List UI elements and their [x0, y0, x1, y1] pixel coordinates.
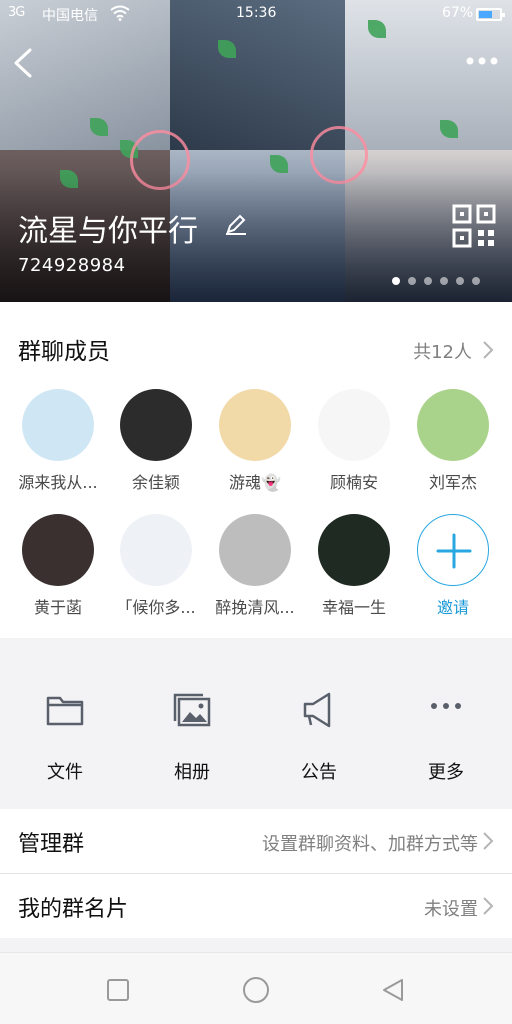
member-avatar: [22, 389, 94, 461]
chevron-right-icon: [483, 341, 494, 359]
more-dots-icon: [466, 57, 498, 65]
chevron-right-icon: [483, 897, 494, 915]
carrier-label: 中国电信: [42, 8, 98, 24]
member-avatar: [120, 389, 192, 461]
member-item[interactable]: 游魂👻: [207, 389, 303, 493]
member-item[interactable]: 刘军杰: [405, 389, 501, 493]
member-avatar: [120, 514, 192, 586]
manage-group-row[interactable]: 管理群 设置群聊资料、加群方式等: [0, 809, 512, 873]
clover-decoration: [440, 120, 458, 138]
members-title: 群聊成员: [18, 339, 110, 365]
chevron-right-icon: [483, 832, 494, 850]
member-avatar: [318, 514, 390, 586]
page-dot: [408, 277, 416, 285]
member-item[interactable]: 顾楠安: [306, 389, 402, 493]
status-bar: 3G 中国电信 15:36 67%: [0, 0, 512, 28]
manage-group-value: 设置群聊资料、加群方式等: [262, 834, 478, 855]
page-dot: [424, 277, 432, 285]
member-name: 刘军杰: [428, 473, 477, 492]
folder-icon: [43, 688, 87, 732]
manage-group-label: 管理群: [18, 832, 85, 857]
member-name: 「候你多...: [116, 598, 196, 617]
member-name: 醉挽清风...: [215, 598, 295, 617]
back-triangle-icon[interactable]: [380, 977, 406, 1003]
plus-icon: [417, 514, 489, 586]
group-card-value: 未设置: [424, 899, 478, 920]
member-name: 源来我从...: [18, 473, 98, 492]
member-item[interactable]: 「候你多...: [108, 514, 204, 618]
clover-decoration: [218, 40, 236, 58]
member-name: 顾楠安: [329, 473, 378, 492]
page-dot: [456, 277, 464, 285]
member-item[interactable]: 源来我从...: [10, 389, 106, 493]
recent-apps-icon[interactable]: [105, 977, 131, 1003]
page-dot: [392, 277, 400, 285]
member-item[interactable]: 余佳颖: [108, 389, 204, 493]
shortcut-bar: 文件 相册 公告 更多: [0, 638, 512, 794]
member-item[interactable]: 醉挽清风...: [207, 514, 303, 618]
battery-percent: 67%: [442, 5, 474, 21]
clover-decoration: [270, 155, 288, 173]
files-label: 文件: [47, 762, 83, 783]
group-name[interactable]: 流星与你平行: [18, 206, 198, 250]
banner-page-indicator: [392, 277, 480, 285]
member-name: 游魂👻: [229, 473, 281, 492]
more-label: 更多: [428, 762, 464, 783]
more-options-button[interactable]: [462, 50, 502, 72]
edit-pencil-icon[interactable]: [224, 212, 248, 236]
member-avatar: [219, 389, 291, 461]
system-nav-bar: [0, 952, 512, 1024]
album-button[interactable]: 相册: [142, 688, 242, 784]
files-button[interactable]: 文件: [15, 688, 115, 784]
page-dot: [440, 277, 448, 285]
back-button[interactable]: [8, 44, 40, 82]
members-section: 群聊成员 共12人 源来我从... 余佳颖 游魂👻 顾楠安 刘军杰黄于菡 「候你多... 醉…: [0, 302, 512, 638]
album-label: 相册: [174, 762, 210, 783]
clock: 15:36: [236, 5, 277, 21]
members-count-link[interactable]: 共12人: [413, 338, 472, 364]
announcement-label: 公告: [301, 762, 337, 783]
megaphone-icon: [297, 688, 341, 732]
invite-label: 邀请: [436, 598, 469, 617]
more-button[interactable]: 更多: [396, 688, 496, 784]
member-name: 幸福一生: [321, 598, 386, 617]
battery-icon: [476, 8, 505, 21]
invite-button[interactable]: 邀请: [405, 514, 501, 618]
page-dot: [472, 277, 480, 285]
announcement-button[interactable]: 公告: [269, 688, 369, 784]
wifi-icon: [110, 5, 130, 25]
back-arrow-icon: [14, 48, 32, 78]
member-name: 余佳颖: [131, 473, 180, 492]
group-card-label: 我的群名片: [18, 897, 129, 922]
clover-decoration: [90, 118, 108, 136]
member-avatar: [318, 389, 390, 461]
member-avatar: [219, 514, 291, 586]
member-avatar: [22, 514, 94, 586]
member-item[interactable]: 黄于菡: [10, 514, 106, 618]
group-card-row[interactable]: 我的群名片 未设置: [0, 874, 512, 938]
member-item[interactable]: 幸福一生: [306, 514, 402, 618]
group-id: 724928984: [18, 255, 126, 276]
qr-code-icon[interactable]: [452, 204, 496, 248]
member-name: 黄于菡: [33, 598, 82, 617]
photo-album-icon: [170, 688, 214, 732]
more-dots-icon: [424, 688, 468, 732]
home-icon[interactable]: [242, 976, 270, 1004]
member-avatar: [417, 389, 489, 461]
signal-indicator: 3G: [8, 5, 25, 20]
